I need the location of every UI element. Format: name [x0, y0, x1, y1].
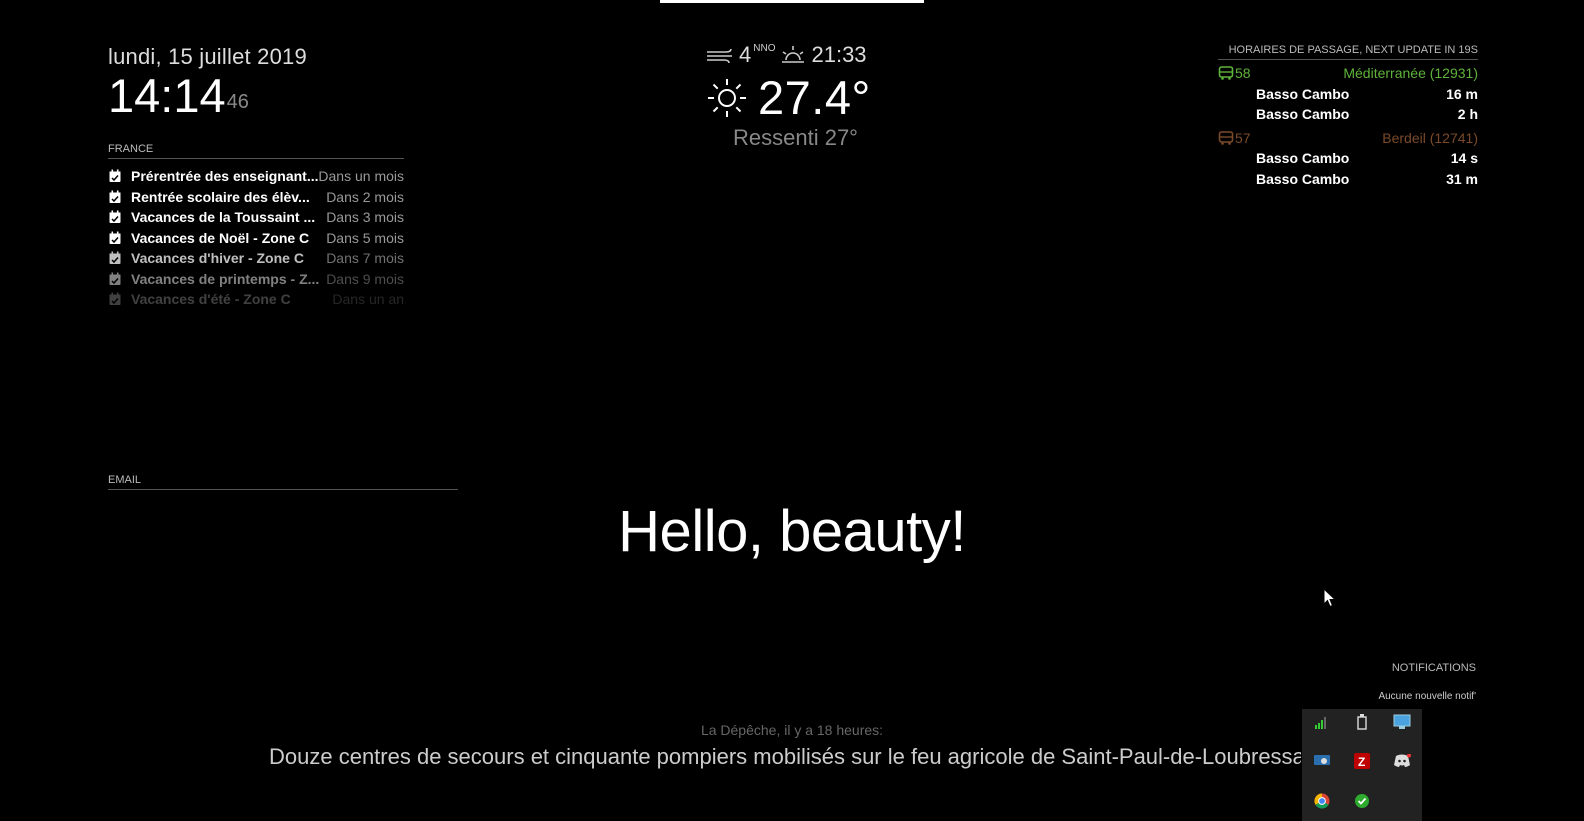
remote-desktop-icon[interactable] [1312, 751, 1332, 771]
top-progress-bar [660, 0, 924, 3]
bus-icon [1218, 66, 1234, 81]
bus-number-text: 57 [1235, 129, 1251, 146]
usb-drive-icon[interactable] [1352, 712, 1372, 732]
bus-departure-row: Basso Cambo 31 m [1218, 169, 1478, 190]
network-icon[interactable] [1392, 712, 1412, 732]
calendar-check-icon [109, 292, 121, 306]
weather-current: 27.4° [706, 70, 886, 125]
calendar-event: Vacances de Noël - Zone C Dans 5 mois [108, 228, 404, 249]
signal-bars-icon[interactable] [1311, 713, 1331, 733]
bus-stop-name: Méditerranée (12931) [1343, 65, 1478, 82]
calendar-event: Vacances d'été - Zone C Dans un an [108, 289, 404, 310]
bus-header: HORAIRES DE PASSAGE, NEXT UPDATE IN 19S [1218, 44, 1478, 60]
calendar-event-when: Dans 7 mois [326, 250, 404, 267]
calendar-event: Rentrée scolaire des élèv... Dans 2 mois [108, 187, 404, 208]
bus-stop-name: Berdeil (12741) [1382, 129, 1478, 146]
calendar-event-when: Dans un mois [318, 168, 404, 185]
bus-departure-row: Basso Cambo 2 h [1218, 104, 1478, 125]
calendar-event-when: Dans 2 mois [326, 188, 404, 205]
notifications-module: NOTIFICATIONS Aucune nouvelle notif' [1372, 662, 1476, 702]
calendar-check-icon [109, 272, 121, 285]
bus-destination: Basso Cambo [1256, 150, 1350, 167]
calendar-event: Prérentrée des enseignant... Dans un mois [108, 166, 404, 187]
feels-like-text: Ressenti 27° [733, 125, 858, 150]
news-headline: Douze centres de secours et cinquante po… [269, 744, 1301, 769]
calendar-event: Vacances de la Toussaint ... Dans 3 mois [108, 207, 404, 228]
calendar-event-when: Dans un an [332, 291, 404, 308]
calendar-check-icon [109, 231, 121, 244]
wind-icon [707, 48, 732, 63]
time-text: 14:14 [108, 69, 226, 122]
weather-module: 4 NNO 21:33 27.4° Ressenti 27° [706, 42, 886, 151]
temperature-text: 27.4° [758, 71, 871, 124]
calendar-event: Vacances d'hiver - Zone C Dans 7 mois [108, 248, 404, 269]
calendar-check-icon [109, 169, 121, 183]
bus-line-row: 57 Berdeil (12741) [1218, 128, 1478, 149]
discord-icon[interactable] [1392, 751, 1412, 771]
calendar-event-list: Prérentrée des enseignant... Dans un mois… [108, 166, 404, 310]
system-tray-popup: Z [1302, 709, 1422, 821]
bus-line-row: 58 Méditerranée (12931) [1218, 63, 1478, 84]
bus-destination: Basso Cambo [1256, 85, 1350, 102]
bus-departure-time: 2 h [1457, 106, 1478, 123]
calendar-check-icon [109, 190, 121, 203]
sun-icon [708, 78, 746, 117]
bus-departure-row: Basso Cambo 14 s [1218, 148, 1478, 169]
bus-icon [1218, 130, 1234, 145]
calendar-event-title: Vacances de Noël - Zone C [131, 229, 310, 246]
calendar-event-title: Rentrée scolaire des élèv... [131, 188, 310, 205]
check-circle-icon[interactable] [1352, 791, 1372, 811]
svg-text:Z: Z [1358, 755, 1365, 769]
weather-summary: 4 NNO 21:33 [706, 42, 886, 68]
chrome-icon[interactable] [1312, 791, 1332, 811]
bus-destination: Basso Cambo [1256, 106, 1350, 123]
bus-departure-time: 31 m [1446, 170, 1478, 187]
calendar-event-title: Vacances de la Toussaint ... [131, 209, 316, 226]
calendar-event: Vacances de printemps - Z... Dans 9 mois [108, 269, 404, 290]
calendar-event-when: Dans 9 mois [326, 270, 404, 287]
calendar-event-when: Dans 3 mois [326, 209, 404, 226]
email-header: EMAIL [108, 474, 458, 490]
bus-departure-time: 16 m [1446, 85, 1478, 102]
filezilla-icon[interactable]: Z [1352, 751, 1372, 771]
sunset-time: 21:33 [811, 42, 867, 67]
bus-departure-row: Basso Cambo 16 m [1218, 84, 1478, 105]
calendar-event-title: Prérentrée des enseignant... [131, 168, 319, 185]
bus-departure-time: 14 s [1450, 150, 1478, 167]
calendar-check-icon [109, 251, 121, 265]
email-module: EMAIL [108, 474, 458, 490]
bus-number-text: 58 [1235, 65, 1251, 82]
calendar-event-title: Vacances d'été - Zone C [131, 291, 291, 308]
wind-direction: NNO [753, 42, 776, 54]
seconds-text: 46 [226, 91, 249, 113]
calendar-header: FRANCE [108, 143, 404, 159]
calendar-check-icon [109, 210, 121, 224]
bus-line-number: 57 [1218, 130, 1251, 146]
bus-lines: 58 Méditerranée (12931) Basso Cambo 16 m Bas… [1218, 63, 1478, 189]
calendar-module: FRANCE Prérentrée des enseignant... Dans … [108, 143, 404, 310]
notifications-empty-text: Aucune nouvelle notif' [1378, 691, 1476, 702]
calendar-event-title: Vacances de printemps - Z... [131, 270, 320, 287]
sunset-icon [782, 46, 805, 63]
mouse-cursor-icon [1323, 588, 1337, 608]
wind-speed: 4 [739, 42, 752, 67]
bus-line-number: 58 [1218, 65, 1251, 81]
date-text: lundi, 15 juillet 2019 [108, 44, 307, 69]
notifications-header: NOTIFICATIONS [1391, 662, 1476, 674]
time-display: 14:1446 [108, 70, 307, 122]
calendar-event-when: Dans 5 mois [326, 229, 404, 246]
clock-module: lundi, 15 juillet 2019 14:1446 [108, 44, 307, 122]
calendar-event-title: Vacances d'hiver - Zone C [131, 250, 304, 267]
compliment-text: Hello, beauty! [618, 499, 966, 564]
bus-schedule-module: HORAIRES DE PASSAGE, NEXT UPDATE IN 19S … [1218, 44, 1478, 189]
bus-destination: Basso Cambo [1256, 170, 1350, 187]
